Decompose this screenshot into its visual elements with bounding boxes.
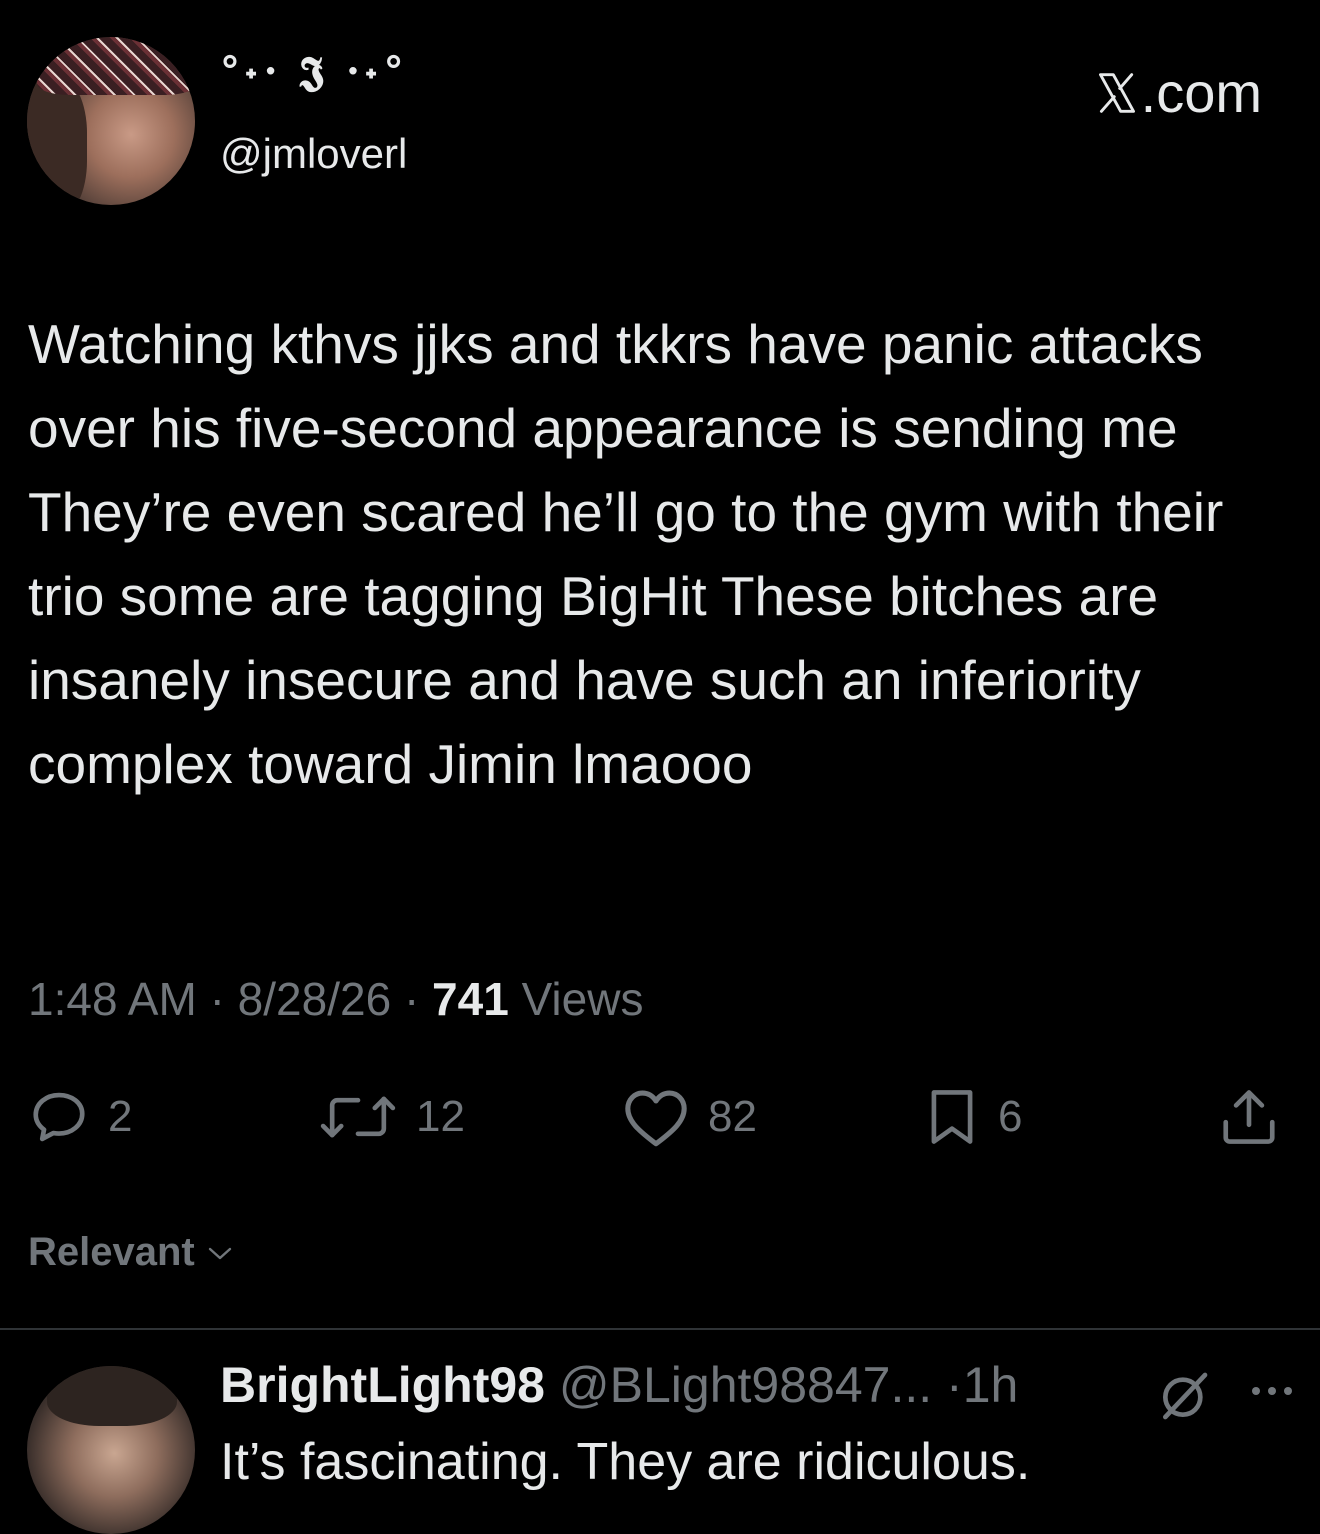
action-bar: 2 12 82 6	[0, 1085, 1320, 1155]
share-button[interactable]	[1218, 1085, 1280, 1149]
reply-author-handle[interactable]: @BLight98847...	[559, 1357, 932, 1413]
reply-author-name[interactable]: BrightLight98	[220, 1357, 545, 1413]
reply-text: It’s fascinating. They are ridiculous.	[220, 1433, 1031, 1491]
reply-avatar[interactable]	[27, 1366, 195, 1534]
meta-separator: ·	[403, 973, 420, 1025]
views-count[interactable]: 741	[432, 973, 509, 1025]
reply-header: BrightLight98 @BLight98847... ·1h	[220, 1356, 1018, 1414]
like-button[interactable]: 82	[622, 1085, 757, 1149]
reply-button[interactable]: 2	[28, 1085, 132, 1149]
meta-separator: ·	[209, 973, 225, 1025]
author-handle[interactable]: @jmloverl	[220, 130, 407, 178]
author-display-name[interactable]: °˖· 𝕵 ·˖°	[220, 48, 408, 95]
like-count: 82	[708, 1092, 757, 1141]
avatar-bandana	[37, 37, 195, 95]
brand-domain: .com	[1140, 61, 1262, 124]
repost-button[interactable]: 12	[318, 1085, 465, 1149]
bookmark-icon	[931, 1090, 973, 1144]
repost-icon	[320, 1096, 396, 1138]
reply-count: 2	[108, 1092, 133, 1141]
repost-count: 12	[416, 1092, 465, 1141]
reply-icon	[33, 1092, 85, 1142]
tweet-meta: 1:48 AM · 8/28/26 · 741 Views	[28, 972, 643, 1026]
x-logo-icon	[1098, 72, 1135, 113]
tweet-text: Watching kthvs jjks and tkkrs have panic…	[28, 313, 1224, 795]
heart-icon	[625, 1090, 687, 1147]
avatar-hair	[27, 77, 87, 205]
views-label[interactable]: Views	[522, 973, 644, 1025]
tweet-time[interactable]: 1:48 AM	[28, 973, 197, 1025]
bookmark-button[interactable]: 6	[924, 1085, 1022, 1149]
more-icon[interactable]	[1248, 1384, 1296, 1398]
reply-sort-toggle[interactable]: Relevant	[28, 1230, 233, 1275]
bookmark-count: 6	[998, 1092, 1023, 1141]
chevron-down-icon	[208, 1247, 231, 1259]
reply-separator: ·	[946, 1357, 963, 1413]
reply-time[interactable]: 1h	[963, 1357, 1019, 1413]
divider	[0, 1328, 1320, 1330]
sort-label: Relevant	[28, 1230, 195, 1274]
grok-icon[interactable]	[1156, 1368, 1212, 1424]
author-avatar[interactable]	[27, 37, 195, 205]
share-icon	[1223, 1090, 1275, 1144]
tweet-date[interactable]: 8/28/26	[238, 973, 391, 1025]
avatar-hair	[47, 1366, 177, 1426]
x-brand: .com	[1095, 60, 1262, 125]
